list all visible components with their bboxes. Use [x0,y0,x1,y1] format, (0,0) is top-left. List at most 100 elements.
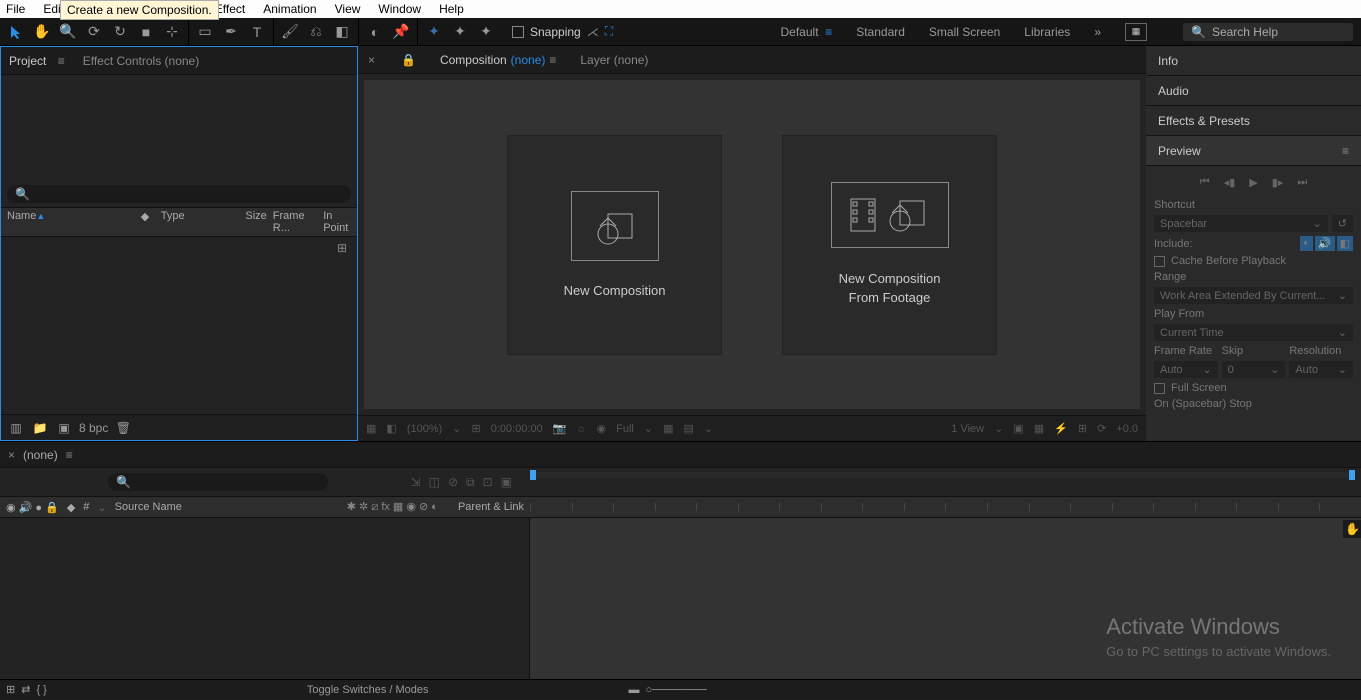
tl-label-icon[interactable]: ◆ [67,501,75,514]
tl-mb-icon[interactable]: ⊘ [448,475,458,490]
new-comp-icon[interactable]: ▣ [55,420,73,436]
local-axis-icon[interactable]: ✦ [422,20,446,44]
tl-graph-icon[interactable]: ⧉ [466,475,475,490]
include-audio-icon[interactable]: 🔊 [1315,236,1335,251]
work-area-bar[interactable] [530,472,1355,478]
timeline-tracks-area[interactable]: Activate Windows Go to PC settings to ac… [530,518,1361,679]
roto-tool-icon[interactable]: ◐ [363,20,387,44]
text-tool-icon[interactable]: T [245,20,269,44]
vf-views[interactable]: 1 View [951,423,984,435]
lock-icon[interactable]: 🔒 [401,53,416,67]
menu-window[interactable]: Window [378,2,421,16]
workspace-small-screen[interactable]: Small Screen [929,25,1000,39]
vf-transp-icon[interactable]: ⊞ [1078,422,1087,435]
workspace-libraries[interactable]: Libraries [1024,25,1070,39]
include-overlays-icon[interactable]: ◧ [1337,236,1353,251]
hand-tool-icon[interactable]: ✋ [30,20,54,44]
tab-composition[interactable]: Composition (none) ≡ [440,53,556,67]
menu-effect[interactable]: Effect [215,2,245,16]
tab-layer[interactable]: Layer (none) [580,53,648,67]
col-label-icon[interactable]: ◆ [141,210,155,234]
timeline-search[interactable]: 🔍 [108,473,328,491]
timeline-toggle-icon[interactable]: ✋ [1343,520,1361,538]
tl-draft3d-icon[interactable]: ⊡ [483,475,493,490]
sb-switch-icon[interactable]: ⇄ [21,683,30,696]
panel-menu-icon[interactable]: ≡ [1342,144,1349,158]
panel-effects-presets[interactable]: Effects & Presets [1146,106,1361,136]
vf-pixel-icon[interactable]: ▦ [1034,422,1044,435]
tl-col-source[interactable]: Source Name [115,501,182,513]
col-type[interactable]: Type [161,210,228,234]
rect-tool-icon[interactable]: ▭ [193,20,217,44]
snapping-checkbox[interactable] [512,26,524,38]
timeline-ruler[interactable] [530,497,1361,517]
sb-zoom-out-icon[interactable]: ▬ [629,684,640,696]
vf-fast-icon[interactable]: ⚡ [1054,422,1068,435]
timeline-layers-area[interactable] [0,518,530,679]
tl-col-number[interactable]: # [83,501,89,513]
skip-dropdown[interactable]: 0⌄ [1222,361,1286,378]
vf-res-icon[interactable]: ⊞ [472,422,481,435]
vf-mask-icon[interactable]: ◧ [386,422,396,435]
flowchart-icon[interactable]: ⊞ [337,241,347,255]
search-help[interactable]: 🔍 Search Help [1183,23,1353,41]
vf-timecode[interactable]: 0:00:00:00 [491,423,543,435]
col-name[interactable]: Name▲ [7,210,135,234]
col-framerate[interactable]: Frame R... [273,210,317,234]
prev-frame-icon[interactable]: ◂▮ [1224,176,1236,189]
vf-resolution[interactable]: Full [616,423,634,435]
last-frame-icon[interactable]: ⏭ [1297,176,1307,189]
play-icon[interactable]: ▶ [1249,176,1257,189]
orbit-tool-icon[interactable]: ⟳ [82,20,106,44]
vf-reset-exposure-icon[interactable]: ⟳ [1097,422,1106,435]
vf-3d-icon[interactable]: ▣ [1013,422,1023,435]
playfrom-dropdown[interactable]: Current Time⌄ [1154,324,1353,341]
workspace-standard[interactable]: Standard [856,25,905,39]
timeline-tab-none[interactable]: (none) [23,448,58,462]
brush-tool-icon[interactable]: 🖌 [278,20,302,44]
sb-bracket-icon[interactable]: { } [36,684,46,696]
new-composition-card[interactable]: New Composition [507,135,722,355]
panel-preview[interactable]: Preview≡ [1146,136,1361,166]
tl-switch-icons[interactable]: ✱ ✲ ⧄ fx ▦ ◉ ⊘ ◐ [347,500,438,514]
vf-toggle-alpha-icon[interactable]: ▦ [366,422,376,435]
tab-project[interactable]: Project ≡ [9,54,65,68]
anchor-tool-icon[interactable]: ⊹ [160,20,184,44]
col-size[interactable]: Size [233,210,266,234]
panel-info[interactable]: Info [1146,46,1361,76]
first-frame-icon[interactable]: ⏮ [1200,176,1210,189]
pen-tool-icon[interactable]: ✒ [219,20,243,44]
bpc-label[interactable]: 8 bpc [79,421,108,435]
menu-view[interactable]: View [335,2,361,16]
menu-file[interactable]: File [6,2,25,16]
fullscreen-checkbox[interactable]: Full Screen [1154,382,1353,394]
sb-zoom-slider[interactable]: ○─────── [646,684,707,696]
shortcut-dropdown[interactable]: Spacebar⌄ [1154,215,1328,232]
timeline-close-icon[interactable]: × [8,448,15,462]
rotate-tool-icon[interactable]: ↻ [108,20,132,44]
range-dropdown[interactable]: Work Area Extended By Current...⌄ [1154,287,1353,304]
framerate-dropdown[interactable]: Auto⌄ [1154,361,1218,378]
new-comp-from-footage-card[interactable]: New CompositionFrom Footage [782,135,997,355]
cache-before-playback[interactable]: Cache Before Playback [1154,255,1353,267]
view-axis-icon[interactable]: ✦ [474,20,498,44]
world-axis-icon[interactable]: ✦ [448,20,472,44]
panel-toggle-icon[interactable]: ▦ [1125,23,1147,41]
workspace-overflow-icon[interactable]: » [1094,25,1101,39]
tl-av-icons[interactable]: ◉ 🔊 ● 🔒 [6,501,59,514]
menu-help[interactable]: Help [439,2,464,16]
vf-guides-icon[interactable]: ▤ [683,422,693,435]
toggle-switches-modes[interactable]: Toggle Switches / Modes [307,684,429,696]
snap-opts-icon[interactable]: ⋌ [587,25,599,39]
vf-zoom[interactable]: (100%) [407,423,442,435]
trash-icon[interactable]: 🗑 [114,420,132,436]
resolution-dropdown[interactable]: Auto⌄ [1289,361,1353,378]
include-video-icon[interactable]: ◐ [1300,236,1313,251]
new-folder-icon[interactable]: 📁 [31,420,49,436]
vf-exposure[interactable]: +0.0 [1116,423,1138,435]
snap-collapse-icon[interactable]: ⛶ [605,24,613,39]
workspace-default[interactable]: Default ≡ [781,25,833,39]
selection-tool-icon[interactable] [4,20,28,44]
menu-animation[interactable]: Animation [263,2,316,16]
clone-tool-icon[interactable]: ⎌ [304,20,328,44]
